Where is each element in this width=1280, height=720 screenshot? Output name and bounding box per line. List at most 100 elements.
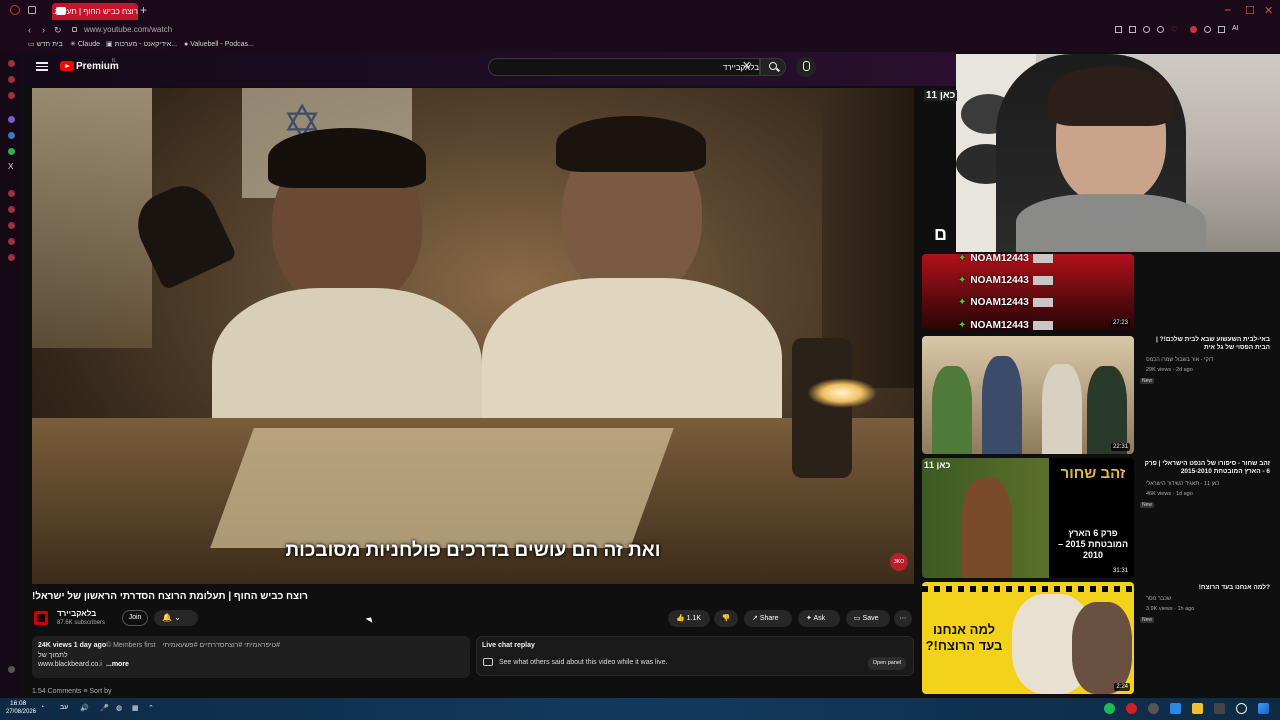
start-menu-icon[interactable] (1258, 703, 1269, 714)
sidebar-app-icon[interactable] (8, 222, 15, 229)
comments-header[interactable]: 1.54 Comments ≡ Sort by (32, 688, 112, 695)
url-field[interactable]: www.youtube.com/watch (84, 22, 172, 38)
extension-icon[interactable] (1190, 26, 1197, 33)
reload-icon[interactable]: ↻ (54, 22, 62, 38)
youtube-logo-icon[interactable] (60, 61, 74, 71)
app-taskbar-icon[interactable] (1170, 703, 1181, 714)
opera-taskbar-icon[interactable] (1126, 703, 1137, 714)
network-icon[interactable]: ◍ (116, 704, 122, 712)
keyboard-language[interactable]: עב (60, 704, 68, 711)
bookmark-item[interactable]: ▣ אידיקאנט - מערכות... (106, 38, 177, 52)
show-hidden-icons[interactable]: ⌃ (148, 704, 154, 712)
app-taskbar-icon[interactable] (1148, 703, 1159, 714)
mic-tray-icon[interactable]: 🎤 (100, 704, 109, 712)
recommendation-channel[interactable]: דוקי - אור בשבול שמרו הכמס (1146, 357, 1213, 363)
task-view-icon[interactable] (1214, 703, 1225, 714)
extension-icon[interactable] (1129, 26, 1136, 33)
video-title: רוצח כביש החוף | תעלומת הרוצח הסדרתי הרא… (32, 591, 308, 602)
ask-button[interactable]: ✦ Ask (798, 610, 840, 627)
download-icon[interactable] (1218, 26, 1225, 33)
mouse-cursor-icon (365, 615, 375, 623)
recommendation-thumbnail[interactable]: למה אנחנו בעד הרוצח!? 2:24 (922, 582, 1134, 694)
notification-icon[interactable]: ◔ (40, 704, 44, 711)
save-button[interactable]: ▭ Save (846, 610, 890, 627)
video-duration: 27:23 (1110, 319, 1130, 327)
windows-taskbar (0, 698, 1280, 720)
subscribed-bell-button[interactable]: 🔔 ⌄ (154, 610, 198, 626)
search-button[interactable] (760, 58, 786, 76)
sidebar-app-icon[interactable] (8, 76, 15, 83)
video-player[interactable]: ✡ (32, 88, 914, 584)
chat-icon (483, 658, 493, 666)
browser-tab-active[interactable]: רוצח כביש החוף | תעלומ... (52, 3, 138, 20)
sidebar-app-icon[interactable] (8, 190, 15, 197)
overlay-letter: ם (934, 224, 947, 244)
bookmark-item[interactable]: ✳ Claude (70, 38, 100, 52)
video-watermark: 3KO (890, 553, 908, 571)
sidebar-app-icon[interactable] (8, 254, 15, 261)
recommendation-channel[interactable]: כאן 11 - תאגיד השידור הישראלי (1146, 481, 1219, 487)
extension-icon[interactable] (1204, 26, 1211, 33)
new-tab-button[interactable]: + (140, 3, 147, 17)
open-panel-button[interactable]: Open panel (868, 657, 906, 670)
taskbar-search-icon[interactable] (1236, 703, 1247, 714)
sidebar-app-icon[interactable] (8, 238, 15, 245)
lock-icon[interactable] (72, 27, 77, 32)
channel-avatar[interactable] (34, 611, 48, 625)
recommendation-channel[interactable]: שכבר מסר (1146, 596, 1171, 602)
whatsapp-icon[interactable] (8, 148, 15, 155)
recommendation-title[interactable]: זהב שחור - סיפורו של הנפט הישראלי | פרק … (1140, 460, 1270, 476)
recommendation-title[interactable]: באי-לבית השעשוע שבא לבית שלכם!? | הבית ה… (1140, 336, 1270, 352)
recommendation-title[interactable]: ?למה אנחנו בעד הרוצח! (1140, 584, 1270, 592)
sidebar-app-icon[interactable] (8, 132, 15, 139)
search-input[interactable] (488, 58, 760, 76)
spotify-taskbar-icon[interactable] (1104, 703, 1115, 714)
sidebar-app-icon[interactable] (8, 116, 15, 123)
recommendation-thumbnail[interactable]: 22:31 (922, 336, 1134, 454)
maximize-icon[interactable]: ☐ (1245, 4, 1255, 17)
clock-time[interactable]: 16:08 (10, 700, 26, 707)
extension-icon[interactable] (1157, 26, 1164, 33)
dislike-button[interactable]: 👎 (714, 610, 738, 627)
more-actions-button[interactable]: ⋯ (894, 610, 912, 627)
description-hashtags[interactable]: #טיפראמיתי #רוצחסדרתיים #פשעאמיתי (160, 642, 280, 649)
microscope-shape (792, 338, 852, 478)
file-explorer-icon[interactable] (1192, 703, 1203, 714)
show-more-link[interactable]: ...more (106, 661, 129, 668)
x-icon[interactable]: X (8, 162, 13, 171)
tab-list-icon[interactable] (28, 6, 36, 14)
extension-icon[interactable] (1115, 26, 1122, 33)
overlay-username-row: ✦ NOAM12443 (958, 253, 1053, 264)
star-icon: ✦ (958, 253, 967, 264)
sidebar-more-icon[interactable] (8, 666, 15, 673)
sidebar-app-icon[interactable] (8, 92, 15, 99)
like-button[interactable]: 👍 1.1K (668, 610, 710, 627)
opera-logo-icon[interactable] (10, 5, 20, 15)
share-button[interactable]: ↗ Share (744, 610, 792, 627)
extension-icon[interactable] (1143, 26, 1150, 33)
minimize-icon[interactable]: ⎯ (1225, 4, 1231, 17)
voice-search-button[interactable] (796, 57, 816, 77)
clock-date[interactable]: 27/08/2026 (6, 709, 36, 715)
recommendation-thumbnail[interactable]: 27:23 (922, 254, 1134, 330)
clear-search-icon[interactable]: ✕ (742, 59, 751, 72)
heart-icon[interactable]: ♡ (1171, 25, 1178, 34)
recommendation-thumbnail[interactable]: כאן 11 זהב שחור פרק 6 הארץ המובטחת 2015 … (922, 458, 1134, 578)
volume-icon[interactable]: 🔊 (80, 704, 89, 712)
more-icon: ⋯ (899, 615, 907, 622)
man-right-hair (556, 116, 706, 172)
profile-label[interactable]: AI (1232, 25, 1239, 32)
menu-icon[interactable] (36, 60, 48, 72)
sidebar-app-icon[interactable] (8, 206, 15, 213)
description-link[interactable]: www.blackbeard.co.i (38, 661, 102, 668)
join-button[interactable]: Join (122, 610, 148, 626)
tray-app-icon[interactable]: ▦ (132, 704, 139, 712)
back-icon[interactable]: ‹ (28, 22, 31, 38)
bookmark-item[interactable]: ● Valuebell - Podcas... (184, 38, 254, 52)
channel-name[interactable]: בלאקביירד (57, 609, 96, 618)
bookmark-item[interactable]: ▭ בית חדש (28, 38, 63, 52)
user-badge (1032, 275, 1053, 285)
forward-icon[interactable]: › (42, 22, 45, 38)
close-window-icon[interactable]: ✕ (1264, 4, 1273, 17)
sidebar-app-icon[interactable] (8, 60, 15, 67)
